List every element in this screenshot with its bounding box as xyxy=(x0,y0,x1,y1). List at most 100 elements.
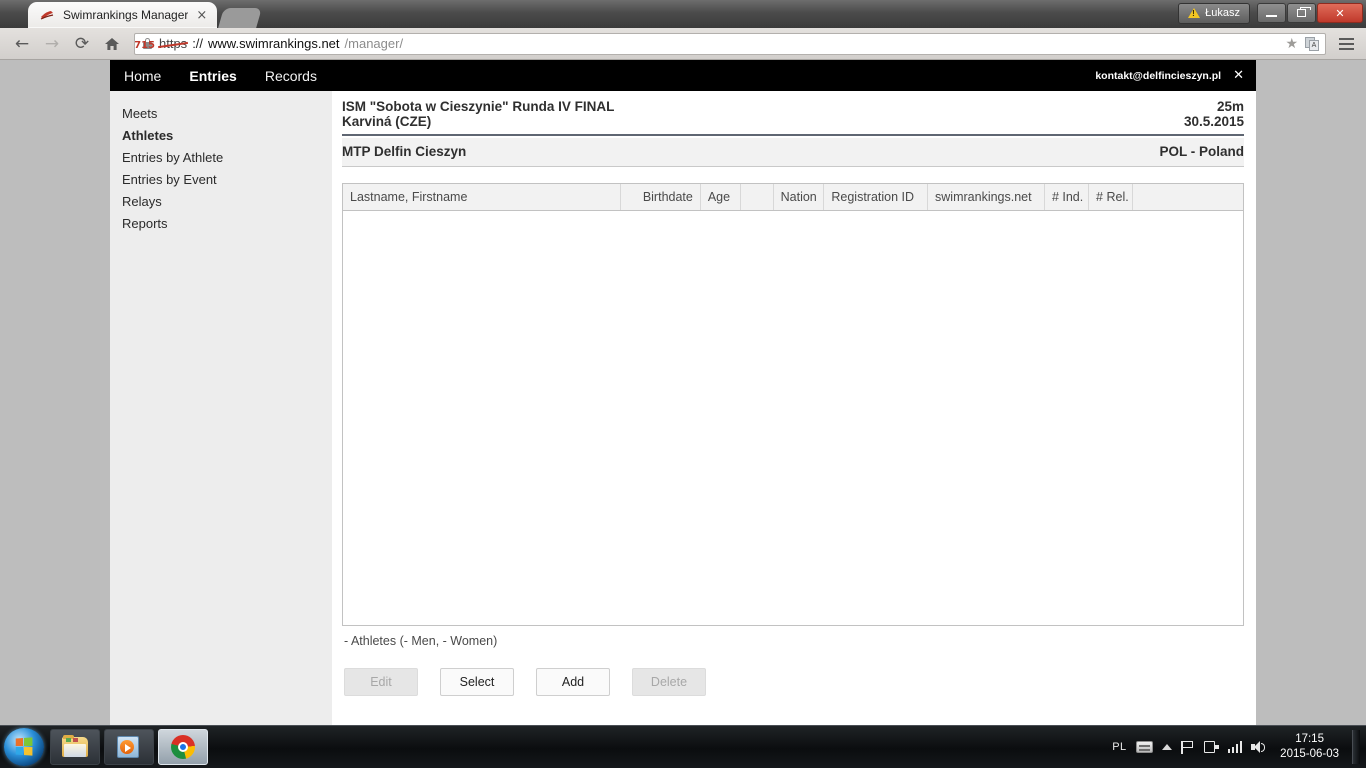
power-plug-icon[interactable] xyxy=(1203,740,1219,754)
club-row: MTP Delfin Cieszyn POL - Poland xyxy=(342,138,1244,167)
account-email: kontakt@delfincieszyn.pl xyxy=(1095,69,1222,82)
omnibox-icons: ★ A xyxy=(1277,36,1319,52)
column-header-blank-1[interactable] xyxy=(740,184,774,211)
meet-course: 25m xyxy=(1216,99,1244,114)
windows-taskbar: PL 17:15 2015-06-03 xyxy=(0,725,1366,768)
start-button[interactable] xyxy=(4,728,44,766)
club-nation: POL - Poland xyxy=(1159,144,1244,159)
minimize-button[interactable] xyxy=(1257,3,1286,23)
home-button[interactable] xyxy=(98,31,126,57)
bookmark-star-icon[interactable]: ★ xyxy=(1285,36,1298,52)
taskbar-item-file-explorer[interactable] xyxy=(50,729,100,765)
back-button[interactable]: ← xyxy=(8,31,36,57)
close-window-button[interactable]: ✕ xyxy=(1317,3,1363,23)
athletes-table: Lastname, Firstname Birthdate Age Nation… xyxy=(342,183,1244,626)
meet-location-row: Karviná (CZE) 30.5.2015 xyxy=(342,114,1244,129)
page-viewport: Home Entries Records kontakt@delfinciesz… xyxy=(0,60,1366,725)
reload-button[interactable]: ⟳ xyxy=(68,31,96,57)
sidebar-item-meets[interactable]: Meets xyxy=(122,103,332,125)
network-signal-icon[interactable] xyxy=(1227,741,1243,753)
column-header-ind-count[interactable]: # Ind. xyxy=(1044,184,1090,211)
header-divider xyxy=(342,134,1244,136)
meet-date: 30.5.2015 xyxy=(1183,114,1244,129)
taskbar-clock[interactable]: 17:15 2015-06-03 xyxy=(1276,732,1343,762)
sidebar-item-reports[interactable]: Reports xyxy=(122,213,332,235)
url-separator: :// xyxy=(192,36,204,51)
column-header-blank-2[interactable] xyxy=(1132,184,1243,211)
warning-triangle-icon xyxy=(1188,8,1201,18)
chrome-icon xyxy=(171,735,195,759)
user-profile-button[interactable]: Łukasz xyxy=(1178,2,1250,24)
browser-tab[interactable]: Swimrankings Manager × xyxy=(28,2,218,28)
window-controls: Łukasz ✕ xyxy=(1178,0,1366,26)
athletes-table-body[interactable] xyxy=(343,210,1243,625)
url-path: /manager/ xyxy=(344,36,404,51)
table-header-row: Lastname, Firstname Birthdate Age Nation… xyxy=(343,184,1243,211)
url-scheme: https xyxy=(158,36,189,51)
taskbar-item-google-chrome[interactable] xyxy=(158,729,208,765)
browser-window: Swimrankings Manager × Łukasz ✕ ← → ⟳ \u… xyxy=(0,0,1366,725)
action-center-flag-icon[interactable] xyxy=(1180,740,1195,754)
new-tab-button[interactable] xyxy=(218,8,263,28)
club-name: MTP Delfin Cieszyn xyxy=(342,144,467,159)
broken-https-icon[interactable]: \u2715 xyxy=(135,37,155,51)
maximize-button[interactable] xyxy=(1287,3,1316,23)
show-desktop-button[interactable] xyxy=(1352,730,1360,764)
meet-header: ISM "Sobota w Cieszynie" Runda IV FINAL … xyxy=(342,91,1244,138)
meet-name: ISM "Sobota w Cieszynie" Runda IV FINAL xyxy=(342,99,615,114)
user-profile-label: Łukasz xyxy=(1205,7,1240,19)
column-header-nation[interactable]: Nation xyxy=(773,184,825,211)
action-buttons: Edit Select Add Delete xyxy=(342,648,1244,696)
browser-toolbar: ← → ⟳ \u2715 https :// www.swimrankings.n… xyxy=(0,28,1366,60)
column-header-registration-id[interactable]: Registration ID xyxy=(823,184,929,211)
main-content: ISM "Sobota w Cieszynie" Runda IV FINAL … xyxy=(332,91,1256,725)
app-navbar: Home Entries Records kontakt@delfinciesz… xyxy=(110,60,1256,91)
select-button[interactable]: Select xyxy=(440,668,514,696)
url-host: www.swimrankings.net xyxy=(208,36,340,51)
nav-item-home[interactable]: Home xyxy=(124,68,161,84)
sidebar-item-athletes[interactable]: Athletes xyxy=(122,125,332,147)
page-container: Home Entries Records kontakt@delfinciesz… xyxy=(110,60,1256,725)
show-hidden-icons-arrow[interactable] xyxy=(1161,744,1172,750)
column-header-rel-count[interactable]: # Rel. xyxy=(1088,184,1134,211)
column-header-birthdate[interactable]: Birthdate xyxy=(620,184,701,211)
volume-icon[interactable] xyxy=(1251,740,1267,754)
chrome-menu-button[interactable] xyxy=(1334,37,1358,50)
logout-close-icon[interactable]: ✕ xyxy=(1233,69,1244,82)
address-bar[interactable]: \u2715 https :// www.swimrankings.net/man… xyxy=(134,32,1326,55)
keyboard-icon[interactable] xyxy=(1135,741,1153,753)
nav-item-records[interactable]: Records xyxy=(265,68,317,84)
translate-icon[interactable]: A xyxy=(1305,36,1319,51)
athletes-count-status: - Athletes (- Men, - Women) xyxy=(344,634,498,648)
folder-icon xyxy=(62,734,88,758)
app-body: Meets Athletes Entries by Athlete Entrie… xyxy=(110,91,1256,725)
forward-button[interactable]: → xyxy=(38,31,66,57)
system-tray: PL 17:15 2015-06-03 xyxy=(1112,730,1366,764)
minimize-icon xyxy=(1266,15,1277,17)
edit-button[interactable]: Edit xyxy=(344,668,418,696)
sidebar-item-entries-by-event[interactable]: Entries by Event xyxy=(122,169,332,191)
column-header-swimrankings-net[interactable]: swimrankings.net xyxy=(927,184,1045,211)
language-indicator[interactable]: PL xyxy=(1112,741,1126,753)
taskbar-item-windows-media-player[interactable] xyxy=(104,729,154,765)
sidebar-item-entries-by-athlete[interactable]: Entries by Athlete xyxy=(122,147,332,169)
app-account-area: kontakt@delfincieszyn.pl ✕ xyxy=(1095,69,1244,82)
clock-date: 2015-06-03 xyxy=(1280,748,1339,760)
nav-item-entries[interactable]: Entries xyxy=(189,68,236,84)
browser-tab-title: Swimrankings Manager xyxy=(63,8,189,22)
add-button[interactable]: Add xyxy=(536,668,610,696)
column-header-lastname-firstname[interactable]: Lastname, Firstname xyxy=(343,184,622,211)
media-player-icon xyxy=(117,736,141,758)
tab-close-icon[interactable]: × xyxy=(196,9,207,22)
delete-button[interactable]: Delete xyxy=(632,668,706,696)
column-header-age[interactable]: Age xyxy=(700,184,741,211)
clock-time: 17:15 xyxy=(1295,733,1324,745)
browser-titlebar: Swimrankings Manager × Łukasz ✕ xyxy=(0,0,1366,28)
sidebar: Meets Athletes Entries by Athlete Entrie… xyxy=(110,91,332,725)
swimrankings-favicon xyxy=(40,8,55,23)
sidebar-item-relays[interactable]: Relays xyxy=(122,191,332,213)
athletes-grid: Lastname, Firstname Birthdate Age Nation… xyxy=(343,184,1243,211)
meet-name-row: ISM "Sobota w Cieszynie" Runda IV FINAL … xyxy=(342,99,1244,114)
app-nav-items: Home Entries Records xyxy=(124,68,317,84)
maximize-icon xyxy=(1297,7,1311,17)
